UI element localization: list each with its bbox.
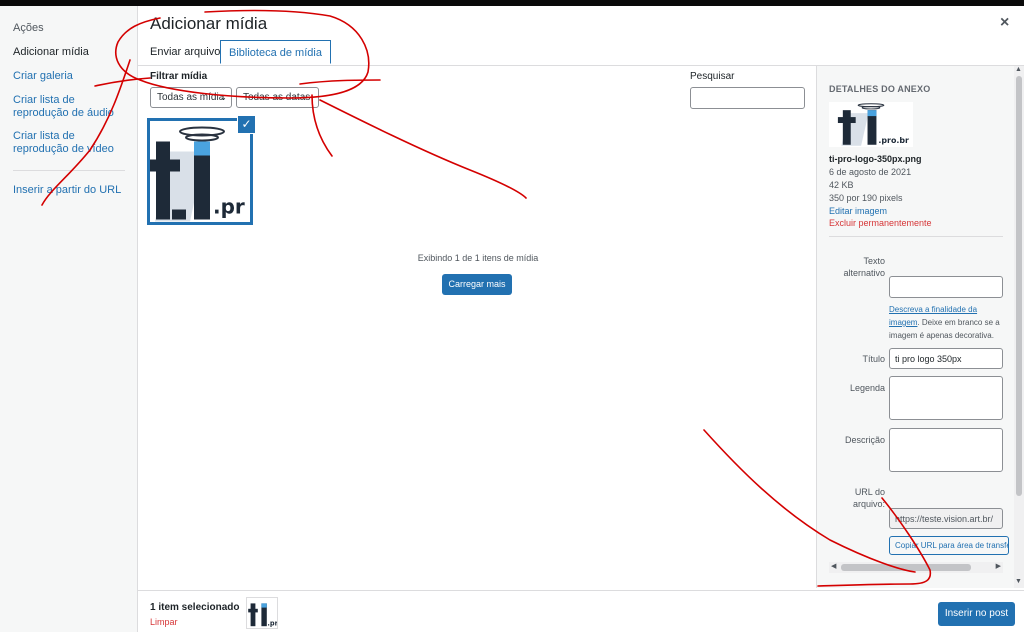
annotation-sweep-stroke [319,99,527,199]
sidebar-item-create-video-playlist[interactable]: Criar lista de reprodução de vídeo [13,130,131,156]
scroll-right-icon[interactable]: ▶ [996,562,1001,570]
file-url-field[interactable]: https://teste.vision.art.br/ [889,508,1003,529]
details-thumbnail: .pro.br [829,102,913,147]
edit-image-link[interactable]: Editar imagem [829,206,887,216]
details-logo-text: .pro.br [878,136,909,145]
description-label: Descrição [844,435,885,445]
title-field[interactable]: ti pro logo 350px [889,348,1003,369]
modal-title: Adicionar mídia [150,14,268,33]
sidebar-item-add-media[interactable]: Adicionar mídia [13,46,131,59]
media-date-select[interactable]: Todas as datas [236,87,319,108]
sidebar-divider [13,170,125,171]
search-input[interactable] [690,87,805,109]
delete-permanently-link[interactable]: Excluir permanentemente [829,218,932,228]
annotation-right-tail-stroke [299,79,381,85]
attachment-details-panel: DETALHES DO ANEXO .pro.br ti-pro-logo-35… [816,66,1014,588]
alt-text-help: Descreva a finalidade da imagem. Deixe e… [889,303,1005,342]
attachment-filename: ti-pro-logo-350px.png [829,154,922,164]
attachment-date: 6 de agosto de 2021 [829,167,912,177]
scroll-down-icon[interactable]: ▼ [1015,578,1022,585]
media-type-select-value: Todas as mídia [157,92,225,103]
media-count-text: Exibindo 1 de 1 itens de mídia [417,253,539,263]
horizontal-scroll-thumb[interactable] [841,564,971,571]
selection-logo-text: .pr [267,620,277,628]
caption-label: Legenda [849,383,885,393]
sidebar-heading: Ações [13,22,44,34]
sidebar-item-create-gallery[interactable]: Criar galeria [13,70,131,83]
details-vertical-scrollbar[interactable]: ▲ ▼ [1014,66,1024,588]
scroll-up-icon[interactable]: ▲ [1015,66,1022,73]
media-type-select[interactable]: Todas as mídia ⌄ [150,87,232,108]
details-heading: DETALHES DO ANEXO [829,84,931,94]
ti-pro-logo-icon: .pro.br [829,102,913,147]
scroll-left-icon[interactable]: ◀ [831,562,836,570]
insert-into-post-button[interactable]: Inserir no post [938,602,1015,626]
tab-media-library[interactable]: Biblioteca de mídia [220,40,331,64]
copy-url-button[interactable]: Copiar URL para área de transferência [889,536,1009,555]
sidebar-item-create-audio-playlist[interactable]: Criar lista de reprodução de áudio [13,94,131,120]
vertical-scroll-thumb[interactable] [1016,76,1022,496]
selected-check-icon[interactable]: ✓ [237,115,256,134]
clear-selection-link[interactable]: Limpar [150,617,178,627]
logo-text: .pr [213,195,245,219]
description-field[interactable] [889,428,1003,472]
search-label: Pesquisar [690,71,735,82]
ti-pro-logo-icon: .pr [247,598,277,628]
filter-media-label: Filtrar mídia [150,71,208,82]
caption-field[interactable] [889,376,1003,420]
file-url-label: URL do arquivo: [852,487,885,509]
media-actions-sidebar: Ações Adicionar mídia Criar galeria Cria… [0,6,138,632]
close-icon[interactable]: × [1000,14,1009,32]
sidebar-item-insert-from-url[interactable]: Inserir a partir do URL [13,184,131,197]
attachment-thumbnail[interactable]: .pr [147,118,253,225]
selection-thumbnail[interactable]: .pr [246,597,278,629]
details-divider [829,236,1003,237]
media-toolbar: 1 item selecionado Limpar .pr Inserir no… [138,590,1024,632]
window-top-strip [0,0,1024,6]
alt-text-field[interactable] [889,276,1003,298]
attachment-filesize: 42 KB [829,180,854,190]
attachment-dimensions: 350 por 190 pixels [829,193,903,203]
chevron-down-icon: ⌄ [219,92,227,102]
title-label: Título [862,354,885,364]
selection-count: 1 item selecionado [150,602,240,613]
media-date-select-value: Todas as datas [243,92,311,103]
load-more-button[interactable]: Carregar mais [442,274,512,295]
media-router-tabs: Enviar arquivos Biblioteca de mídia [138,38,1024,66]
ti-pro-logo-icon: .pr [150,121,250,222]
alt-text-label: Texto alternativo [843,256,885,278]
details-horizontal-scrollbar[interactable]: ◀ ▶ [829,562,1003,573]
